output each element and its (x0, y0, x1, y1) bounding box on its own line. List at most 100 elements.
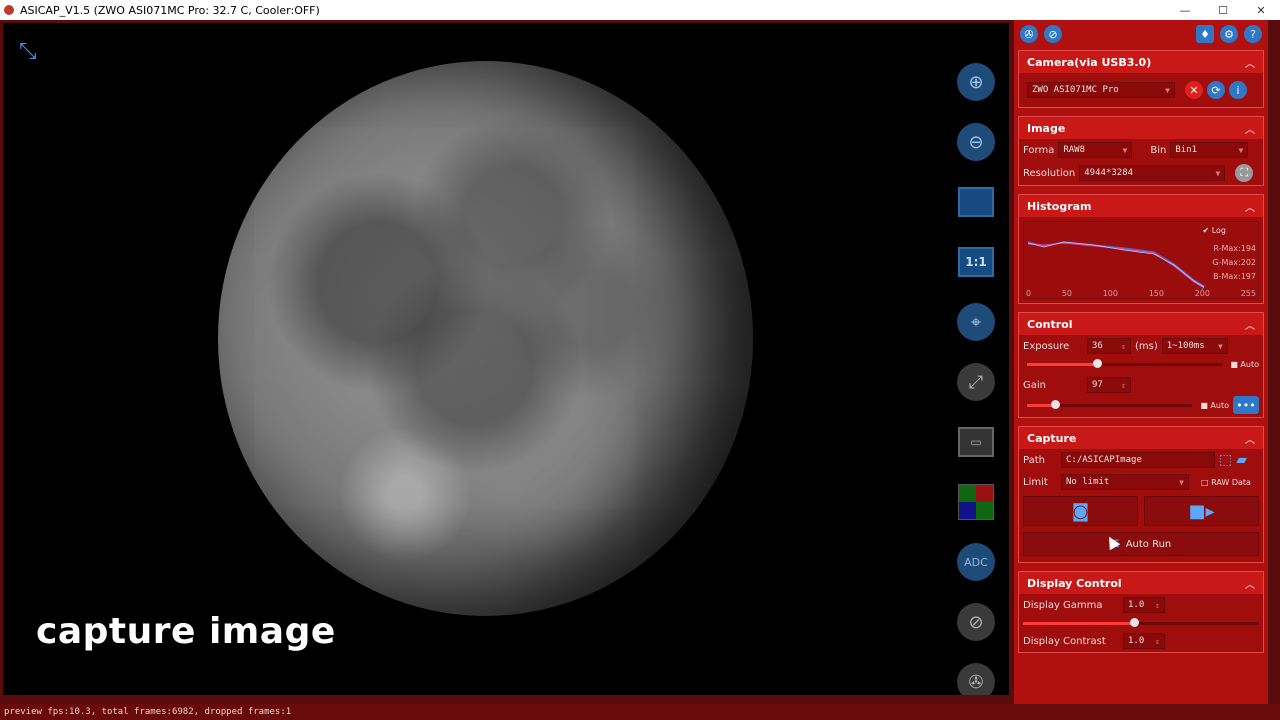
panel-toolbar: ✇ ⊘ ♦ ⚙ ? (1014, 20, 1268, 48)
camera-select[interactable]: ZWO ASI071MC Pro ▼ (1027, 82, 1175, 98)
gain-slider[interactable] (1027, 398, 1193, 412)
open-folder-icon[interactable]: ⬚ (1219, 452, 1232, 468)
telescope-icon[interactable]: ⊘ (1044, 25, 1062, 43)
zoom-in-icon: ⊕ (957, 63, 995, 101)
bin-label: Bin (1150, 144, 1167, 156)
help-icon[interactable]: ? (1244, 25, 1262, 43)
b-max: B-Max:197 (1213, 272, 1256, 281)
filter-wheel-icon[interactable]: ✇ (1020, 25, 1038, 43)
exposure-auto-checkbox[interactable]: ■ Auto (1230, 360, 1259, 369)
limit-label: Limit (1023, 476, 1048, 488)
fullscreen-button[interactable]: ⤢ (953, 359, 999, 405)
disconnect-icon[interactable]: ✕ (1185, 81, 1203, 99)
adc-button[interactable]: ADC (953, 539, 999, 585)
format-select[interactable]: RAW8 ▼ (1058, 142, 1133, 158)
one-to-one-button[interactable]: 1:1 (953, 239, 999, 285)
image-section: Image ︿ Forma RAW8 ▼ Bin Bin1 ▼ Resolution … (1018, 116, 1264, 186)
gamma-slider[interactable] (1023, 616, 1259, 630)
capture-header[interactable]: Capture ︿ (1019, 427, 1263, 449)
display-control-header[interactable]: Display Control ︿ (1019, 572, 1263, 594)
g-max: G-Max:202 (1212, 258, 1256, 267)
folder-icon[interactable]: ▰ (1236, 452, 1247, 468)
fullscreen-icon: ⤢ (957, 363, 995, 401)
contrast-label: Display Contrast (1023, 635, 1106, 647)
gain-input[interactable]: 97 ⇕ (1087, 377, 1131, 393)
crosshair-icon: ⌖ (957, 303, 995, 341)
zoom-in-button[interactable]: ⊕ (953, 59, 999, 105)
zoom-out-icon: ⊖ (957, 123, 995, 161)
roi-icon[interactable]: ⛶ (1235, 164, 1254, 182)
one-to-one-icon: 1:1 (958, 247, 994, 277)
exposure-label: Exposure (1023, 340, 1070, 352)
moon-image (218, 61, 753, 616)
close-button[interactable]: ✕ (1242, 0, 1280, 20)
histogram-max-values: R-Max:194 G-Max:202 B-Max:197 (1212, 242, 1256, 284)
expand-icon[interactable]: ⤡ (19, 39, 49, 69)
exposure-unit: (ms) (1135, 340, 1158, 352)
shirt-icon[interactable]: ♦ (1196, 25, 1214, 43)
image-viewer[interactable]: ⤡ capture image ⊕ ⊖ 1:1 ⌖ ⤢ ▭ ADC ⊘ ✇ (3, 23, 1009, 695)
control-panel: ✇ ⊘ ♦ ⚙ ? Camera(via USB3.0) ︿ ZWO ASI071… (1014, 20, 1268, 704)
histogram-chart: ✔ Log R-Max:194 G-Max:202 B-Max:197 0 50 1… (1023, 221, 1259, 299)
bin-select[interactable]: Bin1 ▼ (1170, 142, 1249, 158)
limit-select[interactable]: No limit ▼ (1061, 474, 1189, 490)
image-header[interactable]: Image ︿ (1019, 117, 1263, 139)
adc-icon: ADC (957, 543, 995, 581)
caption-text: capture image (36, 611, 336, 652)
main-area: ⤡ capture image ⊕ ⊖ 1:1 ⌖ ⤢ ▭ ADC ⊘ ✇ ✇ … (0, 20, 1280, 704)
video-icon: ■▸ (1188, 500, 1215, 522)
roi-icon: ▭ (958, 427, 994, 457)
roi-button[interactable]: ▭ (953, 419, 999, 465)
more-options-icon[interactable]: ••• (1233, 396, 1259, 414)
resolution-label: Resolution (1023, 167, 1076, 179)
histogram-header[interactable]: Histogram ︿ (1019, 195, 1263, 217)
gear-icon[interactable]: ⚙ (1220, 25, 1238, 43)
path-input[interactable]: C:/ASICAPImage (1061, 452, 1215, 468)
filter-wheel-button[interactable]: ✇ (953, 659, 999, 695)
histogram-ticks: 0 50 100 150 200 255 (1026, 289, 1256, 298)
debayer-button[interactable] (953, 479, 999, 525)
filter-wheel-icon: ✇ (957, 663, 995, 695)
maximize-button[interactable]: ☐ (1204, 0, 1242, 20)
histogram-section: Histogram ︿ ✔ Log R-Max:194 G-Max:202 B-M… (1018, 194, 1264, 304)
window-controls: — ☐ ✕ (1166, 0, 1280, 20)
app-icon (4, 5, 14, 15)
crosshair-button[interactable]: ⌖ (953, 299, 999, 345)
gain-label: Gain (1023, 379, 1046, 391)
telescope-icon: ⊘ (957, 603, 995, 641)
status-bar: preview fps:10.3, total frames:6982, dro… (0, 704, 1280, 720)
refresh-icon[interactable]: ⟳ (1207, 81, 1225, 99)
r-max: R-Max:194 (1213, 244, 1256, 253)
raw-data-checkbox[interactable]: □ RAW Data (1201, 478, 1251, 487)
control-header[interactable]: Control ︿ (1019, 313, 1263, 335)
exposure-range-select[interactable]: 1~100ms ▼ (1161, 338, 1228, 354)
title-bar: ASICAP_V1.5 (ZWO ASI071MC Pro: 32.7 C, C… (0, 0, 1280, 20)
info-icon[interactable]: i (1229, 81, 1247, 99)
log-checkbox[interactable]: ✔ Log (1202, 226, 1226, 235)
telescope-button[interactable]: ⊘ (953, 599, 999, 645)
exposure-slider[interactable] (1027, 357, 1223, 371)
fit-screen-button[interactable] (953, 179, 999, 225)
display-control-section: Display Control ︿ Display Gamma 1.0 ⇕ Disp… (1018, 571, 1264, 653)
path-label: Path (1023, 454, 1045, 466)
fit-screen-icon (958, 187, 994, 217)
window-title: ASICAP_V1.5 (ZWO ASI071MC Pro: 32.7 C, C… (20, 3, 320, 17)
snapshot-button[interactable]: ◙ (1023, 496, 1138, 526)
gain-auto-checkbox[interactable]: ■ Auto (1200, 401, 1229, 410)
zoom-out-button[interactable]: ⊖ (953, 119, 999, 165)
camera-section: Camera(via USB3.0) ︿ ZWO ASI071MC Pro ▼ ✕ … (1018, 50, 1264, 108)
gamma-label: Display Gamma (1023, 599, 1103, 611)
record-video-button[interactable]: ■▸ (1144, 496, 1259, 526)
format-label: Forma (1023, 144, 1055, 156)
camera-header[interactable]: Camera(via USB3.0) ︿ (1019, 51, 1263, 73)
capture-section: Capture ︿ Path C:/ASICAPImage ⬚ ▰ Limit N… (1018, 426, 1264, 563)
exposure-input[interactable]: 36 ⇕ (1087, 338, 1131, 354)
contrast-input[interactable]: 1.0 ⇕ (1123, 633, 1165, 649)
auto-run-button[interactable]: ☰ Auto Run (1023, 532, 1259, 556)
resolution-select[interactable]: 4944*3284 ▼ (1079, 165, 1226, 181)
gamma-input[interactable]: 1.0 ⇕ (1123, 597, 1165, 613)
control-section: Control ︿ Exposure 36 ⇕ (ms) 1~100ms ▼ ■ Au… (1018, 312, 1264, 418)
debayer-icon (958, 484, 994, 520)
camera-icon: ◙ (1071, 500, 1090, 522)
minimize-button[interactable]: — (1166, 0, 1204, 20)
